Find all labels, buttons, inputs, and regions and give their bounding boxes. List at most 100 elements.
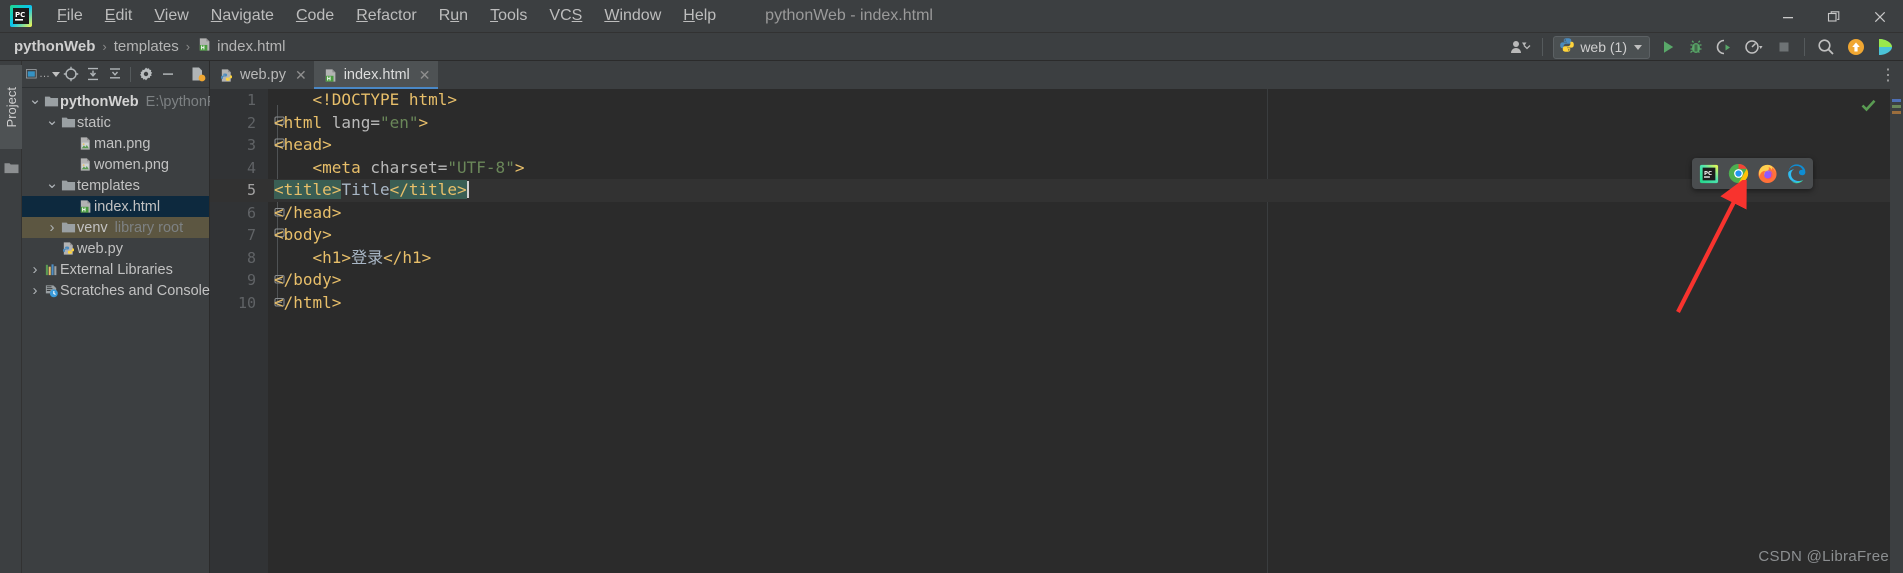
code-text[interactable]: </head> [274, 202, 341, 225]
code-text[interactable]: <html lang="en"> [274, 112, 428, 135]
breadcrumb-separator: › [185, 39, 191, 54]
code-line[interactable]: 6 </head> [210, 202, 1903, 225]
code-text[interactable]: <!DOCTYPE html> [274, 89, 458, 112]
line-number: 5 [246, 181, 256, 199]
menu-items: File Edit View Navigate Code Refactor Run Tools… [46, 4, 727, 28]
code-text[interactable]: <head> [274, 134, 332, 157]
breadcrumb-separator: › [102, 39, 107, 54]
svg-text:PC: PC [1704, 170, 1712, 176]
tree-item-women-png[interactable]: women.png [22, 154, 209, 175]
expand-all-icon[interactable] [82, 63, 104, 85]
debug-icon[interactable] [1682, 35, 1710, 59]
chevron-right-icon[interactable]: › [28, 282, 42, 299]
settings-gear-icon[interactable] [135, 63, 157, 85]
svg-text:H: H [326, 76, 330, 82]
editor-tab-options[interactable]: ⋮ [1880, 63, 1897, 87]
menu-item-window[interactable]: Window [593, 4, 672, 28]
code-line[interactable]: 8 <h1>登录</h1> [210, 247, 1903, 270]
chevron-down-icon[interactable]: ⌄ [45, 174, 59, 192]
editor-tab-web-py[interactable]: web.py ✕ [210, 61, 314, 89]
tree-item-index-html[interactable]: Hindex.html [22, 196, 209, 217]
chevron-right-icon[interactable]: › [45, 219, 59, 236]
menu-item-view[interactable]: View [143, 4, 199, 28]
tree-item-label: venv [77, 219, 108, 236]
browser-preview-popup[interactable]: PC [1692, 158, 1813, 189]
code-line[interactable]: 1 <!DOCTYPE html> [210, 89, 1903, 112]
code-text[interactable]: </body> [274, 269, 341, 292]
ok-check-icon[interactable] [1860, 97, 1877, 119]
collapse-all-icon[interactable] [104, 63, 126, 85]
hide-panel-icon[interactable] [157, 63, 179, 85]
tree-item-external-libraries[interactable]: › External Libraries [22, 259, 209, 280]
tree-item-venv[interactable]: › venv library root [22, 217, 209, 238]
run-coverage-icon[interactable] [1710, 35, 1738, 59]
code-line[interactable]: 2 <html lang="en"> [210, 112, 1903, 135]
tree-item-static[interactable]: ⌄ static [22, 112, 209, 133]
search-everywhere-icon[interactable] [1811, 35, 1841, 59]
code-line[interactable]: 4 <meta charset="UTF-8"> [210, 157, 1903, 180]
breadcrumb-item-templates[interactable]: templates [114, 38, 179, 55]
close-icon[interactable]: ✕ [295, 67, 307, 84]
menu-item-navigate[interactable]: Navigate [200, 4, 285, 28]
profile-icon[interactable] [1738, 35, 1770, 59]
update-project-icon[interactable] [1841, 35, 1871, 59]
ide-status-icon[interactable] [1871, 35, 1899, 59]
tree-item-man-png[interactable]: man.png [22, 133, 209, 154]
tree-item-templates[interactable]: ⌄ templates [22, 175, 209, 196]
tree-item-label: index.html [94, 198, 161, 215]
menu-item-refactor[interactable]: Refactor [345, 4, 427, 28]
editor-tab-index-html[interactable]: H index.html ✕ [313, 61, 438, 89]
tree-item-label: External Libraries [60, 261, 173, 278]
code-text[interactable]: <h1>登录</h1> [274, 247, 432, 270]
tree-item-web-py[interactable]: web.py [22, 238, 209, 259]
editor-scrollbar[interactable] [1890, 89, 1903, 573]
close-icon[interactable]: ✕ [419, 67, 431, 84]
marker-stripe [1892, 111, 1901, 114]
code-line[interactable]: 7 <body> [210, 224, 1903, 247]
tool-window-tab-project[interactable]: Project [0, 65, 22, 149]
code-line[interactable]: 3 <head> [210, 134, 1903, 157]
menu-item-run[interactable]: Run [428, 4, 479, 28]
run-configuration-selector[interactable]: web (1) [1553, 35, 1650, 59]
tree-item-scratches-and-consoles[interactable]: › Scratches and Consoles [22, 280, 218, 301]
restore-button[interactable] [1811, 0, 1857, 33]
chevron-down-icon[interactable]: ⌄ [28, 90, 42, 108]
firefox-icon[interactable] [1756, 163, 1778, 185]
tree-item-pythonweb[interactable]: ⌄ pythonWeb E:\pythonF [22, 90, 216, 112]
chrome-icon[interactable] [1727, 163, 1749, 185]
menu-item-help[interactable]: Help [672, 4, 727, 28]
code-text[interactable]: <body> [274, 224, 332, 247]
stop-icon[interactable] [1770, 35, 1798, 59]
pycharm-preview-icon[interactable]: PC [1698, 163, 1720, 185]
locate-icon[interactable] [60, 63, 82, 85]
code-text[interactable]: <title>Title</title> [274, 179, 469, 202]
menu-item-code[interactable]: Code [285, 4, 345, 28]
menu-item-edit[interactable]: Edit [94, 4, 144, 28]
project-view-selector[interactable]: … [26, 63, 60, 85]
chevron-down-icon[interactable]: ⌄ [45, 111, 59, 129]
code-text[interactable]: </html> [274, 292, 341, 315]
left-tool-strip: Project [0, 61, 22, 573]
breadcrumb-item-file[interactable]: index.html [217, 38, 285, 55]
code-line[interactable]: 10 </html> [210, 292, 1903, 315]
run-icon[interactable] [1654, 35, 1682, 59]
menu-item-vcs[interactable]: VCS [538, 4, 593, 28]
code-line[interactable]: 5 <title>Title</title> [210, 179, 1903, 202]
user-settings-icon[interactable] [1504, 35, 1536, 59]
line-number: 9 [246, 271, 256, 289]
chevron-right-icon[interactable]: › [28, 261, 42, 278]
menu-item-tools[interactable]: Tools [479, 4, 538, 28]
code-text[interactable]: <meta charset="UTF-8"> [274, 157, 525, 180]
code-lines[interactable]: 1 <!DOCTYPE html> 2 <html lang="en"> 3 <head… [210, 89, 1903, 573]
edge-icon[interactable] [1785, 163, 1807, 185]
code-editor[interactable]: 1 <!DOCTYPE html> 2 <html lang="en"> 3 <head… [210, 89, 1903, 573]
menu-item-file[interactable]: File [46, 4, 94, 28]
navigation-bar: pythonWeb › templates › H index.html web… [0, 33, 1903, 61]
add-file-icon[interactable] [187, 63, 209, 85]
svg-text:PC: PC [15, 11, 25, 19]
tree-item-label: templates [77, 177, 140, 194]
code-line[interactable]: 9 </body> [210, 269, 1903, 292]
breadcrumb-item-project[interactable]: pythonWeb [14, 38, 95, 55]
minimize-button[interactable] [1765, 0, 1811, 33]
close-button[interactable] [1857, 0, 1903, 33]
